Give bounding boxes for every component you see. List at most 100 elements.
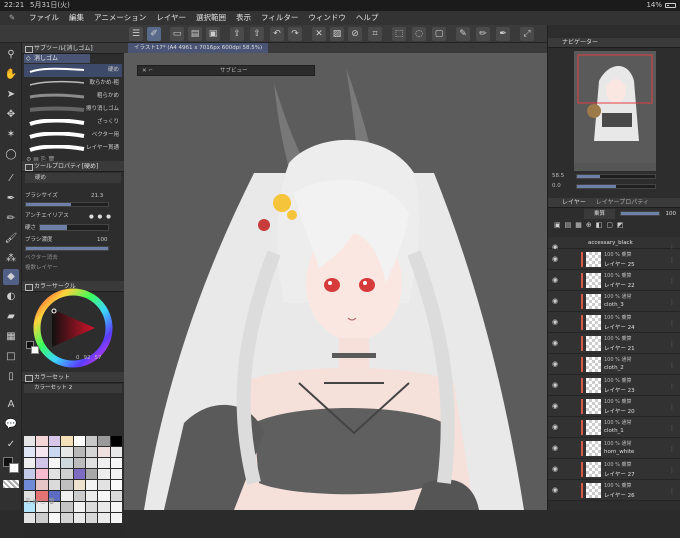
brush-size-slider[interactable] [25,202,109,207]
subtool-group-tab[interactable]: 消しゴム [24,54,90,63]
color-swatch[interactable] [61,458,73,468]
color-swatch[interactable] [24,469,36,479]
layer-row[interactable]: ◉ 100 % 乗算 レイヤー 26 ⋮ [548,480,680,501]
color-swatch[interactable] [110,458,122,468]
deselect-icon[interactable]: ⊘ [348,27,362,41]
zoom-tool-icon[interactable]: ⚲ [3,47,19,63]
visibility-eye-icon[interactable]: ◉ [552,423,558,431]
rotate-slider[interactable] [576,184,656,189]
hardness-slider[interactable] [39,224,109,231]
subtool-item[interactable]: 硬め [24,64,122,77]
color-swatch[interactable] [48,513,61,523]
color-swatch[interactable] [85,458,98,468]
color-swatch[interactable] [48,458,61,468]
subtool-item[interactable]: ざっくり [24,116,122,129]
color-swatch[interactable] [85,480,98,490]
drag-handle-icon[interactable]: ⋮ [669,362,675,369]
color-swatch[interactable] [36,513,48,523]
visibility-eye-icon[interactable]: ◉ [552,255,558,263]
color-swatch[interactable] [24,513,36,523]
operation-tool-icon[interactable]: ➤ [3,87,19,103]
drag-handle-icon[interactable]: ⋮ [669,341,675,348]
layer-row[interactable]: ◉ 100 % 通常 cloth_2 ⋮ [548,354,680,375]
menu-file[interactable]: ファイル [24,11,64,25]
blend-tool-icon[interactable]: ◐ [3,289,19,305]
fill-icon[interactable]: ▨ [330,27,344,41]
drag-handle-icon[interactable]: ⋮ [669,299,675,306]
color-swatch[interactable] [98,480,110,490]
subview-close-icon[interactable]: ✕ ⌐ [142,66,153,77]
wheel-sub-color[interactable] [31,346,39,354]
color-swatch[interactable] [85,447,98,457]
visibility-eye-icon[interactable]: ◉ [552,297,558,305]
visibility-eye-icon[interactable]: ◉ [552,486,558,494]
layer-thumbnail[interactable] [586,357,601,372]
color-swatch[interactable] [61,447,73,457]
magic-wand-icon[interactable]: ✶ [3,127,19,143]
drag-handle-icon[interactable]: ⋮ [669,383,675,390]
visibility-eye-icon[interactable]: ◉ [552,465,558,473]
drag-handle-icon[interactable]: ⋮ [669,446,675,453]
layer-row[interactable]: ◉ 100 % 乗算 レイヤー 20 ⋮ [548,396,680,417]
menu-layer[interactable]: レイヤー [151,11,191,25]
layer-thumbnail[interactable] [586,399,601,414]
visibility-eye-icon[interactable]: ◉ [552,360,558,368]
color-swatch[interactable] [85,436,98,446]
all-layers-label[interactable]: 複数レイヤー [25,265,58,271]
menu-help[interactable]: ヘルプ [351,11,384,25]
layer-thumbnail[interactable] [586,378,601,393]
color-swatch[interactable] [73,447,85,457]
clear-icon[interactable]: ✕ [312,27,326,41]
color-swatch[interactable] [73,436,85,446]
color-swatch[interactable] [73,469,85,479]
layer-row[interactable]: ◉ 100 % 乗算 レイヤー 23 ⋮ [548,375,680,396]
subtool-item[interactable]: 軟らかめ-粗 [24,77,122,90]
crop-icon[interactable]: ⌗ [368,27,382,41]
visibility-eye-icon[interactable]: ◉ [552,276,558,284]
canvas-area[interactable]: イラスト17* (A4 4961 x 7016px 600dpi 58.5%) [124,43,547,510]
visibility-eye-icon[interactable]: ◉ [552,444,558,452]
layer-thumbnail[interactable] [586,441,601,456]
layer-thumbnail[interactable] [586,294,601,309]
redo-icon[interactable]: ↷ [288,27,302,41]
layer-row[interactable]: ◉ 100 % 乗算 レイヤー 24 ⋮ [548,312,680,333]
color-swatch[interactable] [110,480,122,490]
lasso-tool-icon[interactable]: ◯ [3,147,19,163]
color-swatch[interactable] [98,458,110,468]
layer-row[interactable]: ◉ 100 % 乗算 レイヤー 21 ⋮ [548,333,680,354]
menu-selection[interactable]: 選択範囲 [191,11,231,25]
layer-opacity-slider[interactable] [620,211,660,216]
color-swatch[interactable] [24,480,36,490]
layer-row[interactable]: ◉ 100 % 通常 cloth_3 ⋮ [548,291,680,312]
layer-property-tab[interactable]: レイヤープロパティ [596,199,649,206]
color-swatch[interactable] [61,513,73,523]
color-swatch[interactable] [73,513,85,523]
selection-tool-icon[interactable]: ◌ [412,27,426,41]
color-swatch[interactable] [85,513,98,523]
subtool-item[interactable]: 擦り消しゴム [24,103,122,116]
color-swatch[interactable] [61,480,73,490]
drag-handle-icon[interactable]: ⋮ [669,425,675,432]
color-swatch[interactable] [36,469,48,479]
fill-tool-icon[interactable]: ▰ [3,309,19,325]
ruler-tool-icon[interactable]: ✓ [3,437,19,453]
export-icon[interactable]: ⇪ [230,27,244,41]
figure-tool-icon[interactable]: □ [3,349,19,365]
color-swatch[interactable] [110,447,122,457]
layer-thumbnail[interactable] [586,462,601,477]
color-swatch[interactable] [36,436,48,446]
layer-thumbnail[interactable] [586,252,601,267]
color-swatch[interactable] [73,458,85,468]
visibility-eye-icon[interactable]: ◉ [552,381,558,389]
open-file-icon[interactable]: ▤ [188,27,202,41]
balloon-tool-icon[interactable]: 💬 [3,417,19,433]
layer-folder[interactable]: ◉accessary_black⋮ [548,237,680,252]
brush-settings-icon[interactable]: ✒ [496,27,510,41]
share-icon[interactable]: ⇧ [250,27,264,41]
color-swatch[interactable] [24,458,36,468]
subview-panel[interactable]: ✕ ⌐ サブビュー [137,65,315,76]
new-file-icon[interactable]: ▭ [170,27,184,41]
hamburger-menu-icon[interactable]: ☰ [129,27,143,41]
antialias-options[interactable]: ● ● ● [89,212,112,222]
layer-row[interactable]: ◉ 100 % 乗算 レイヤー 22 ⋮ [548,270,680,291]
